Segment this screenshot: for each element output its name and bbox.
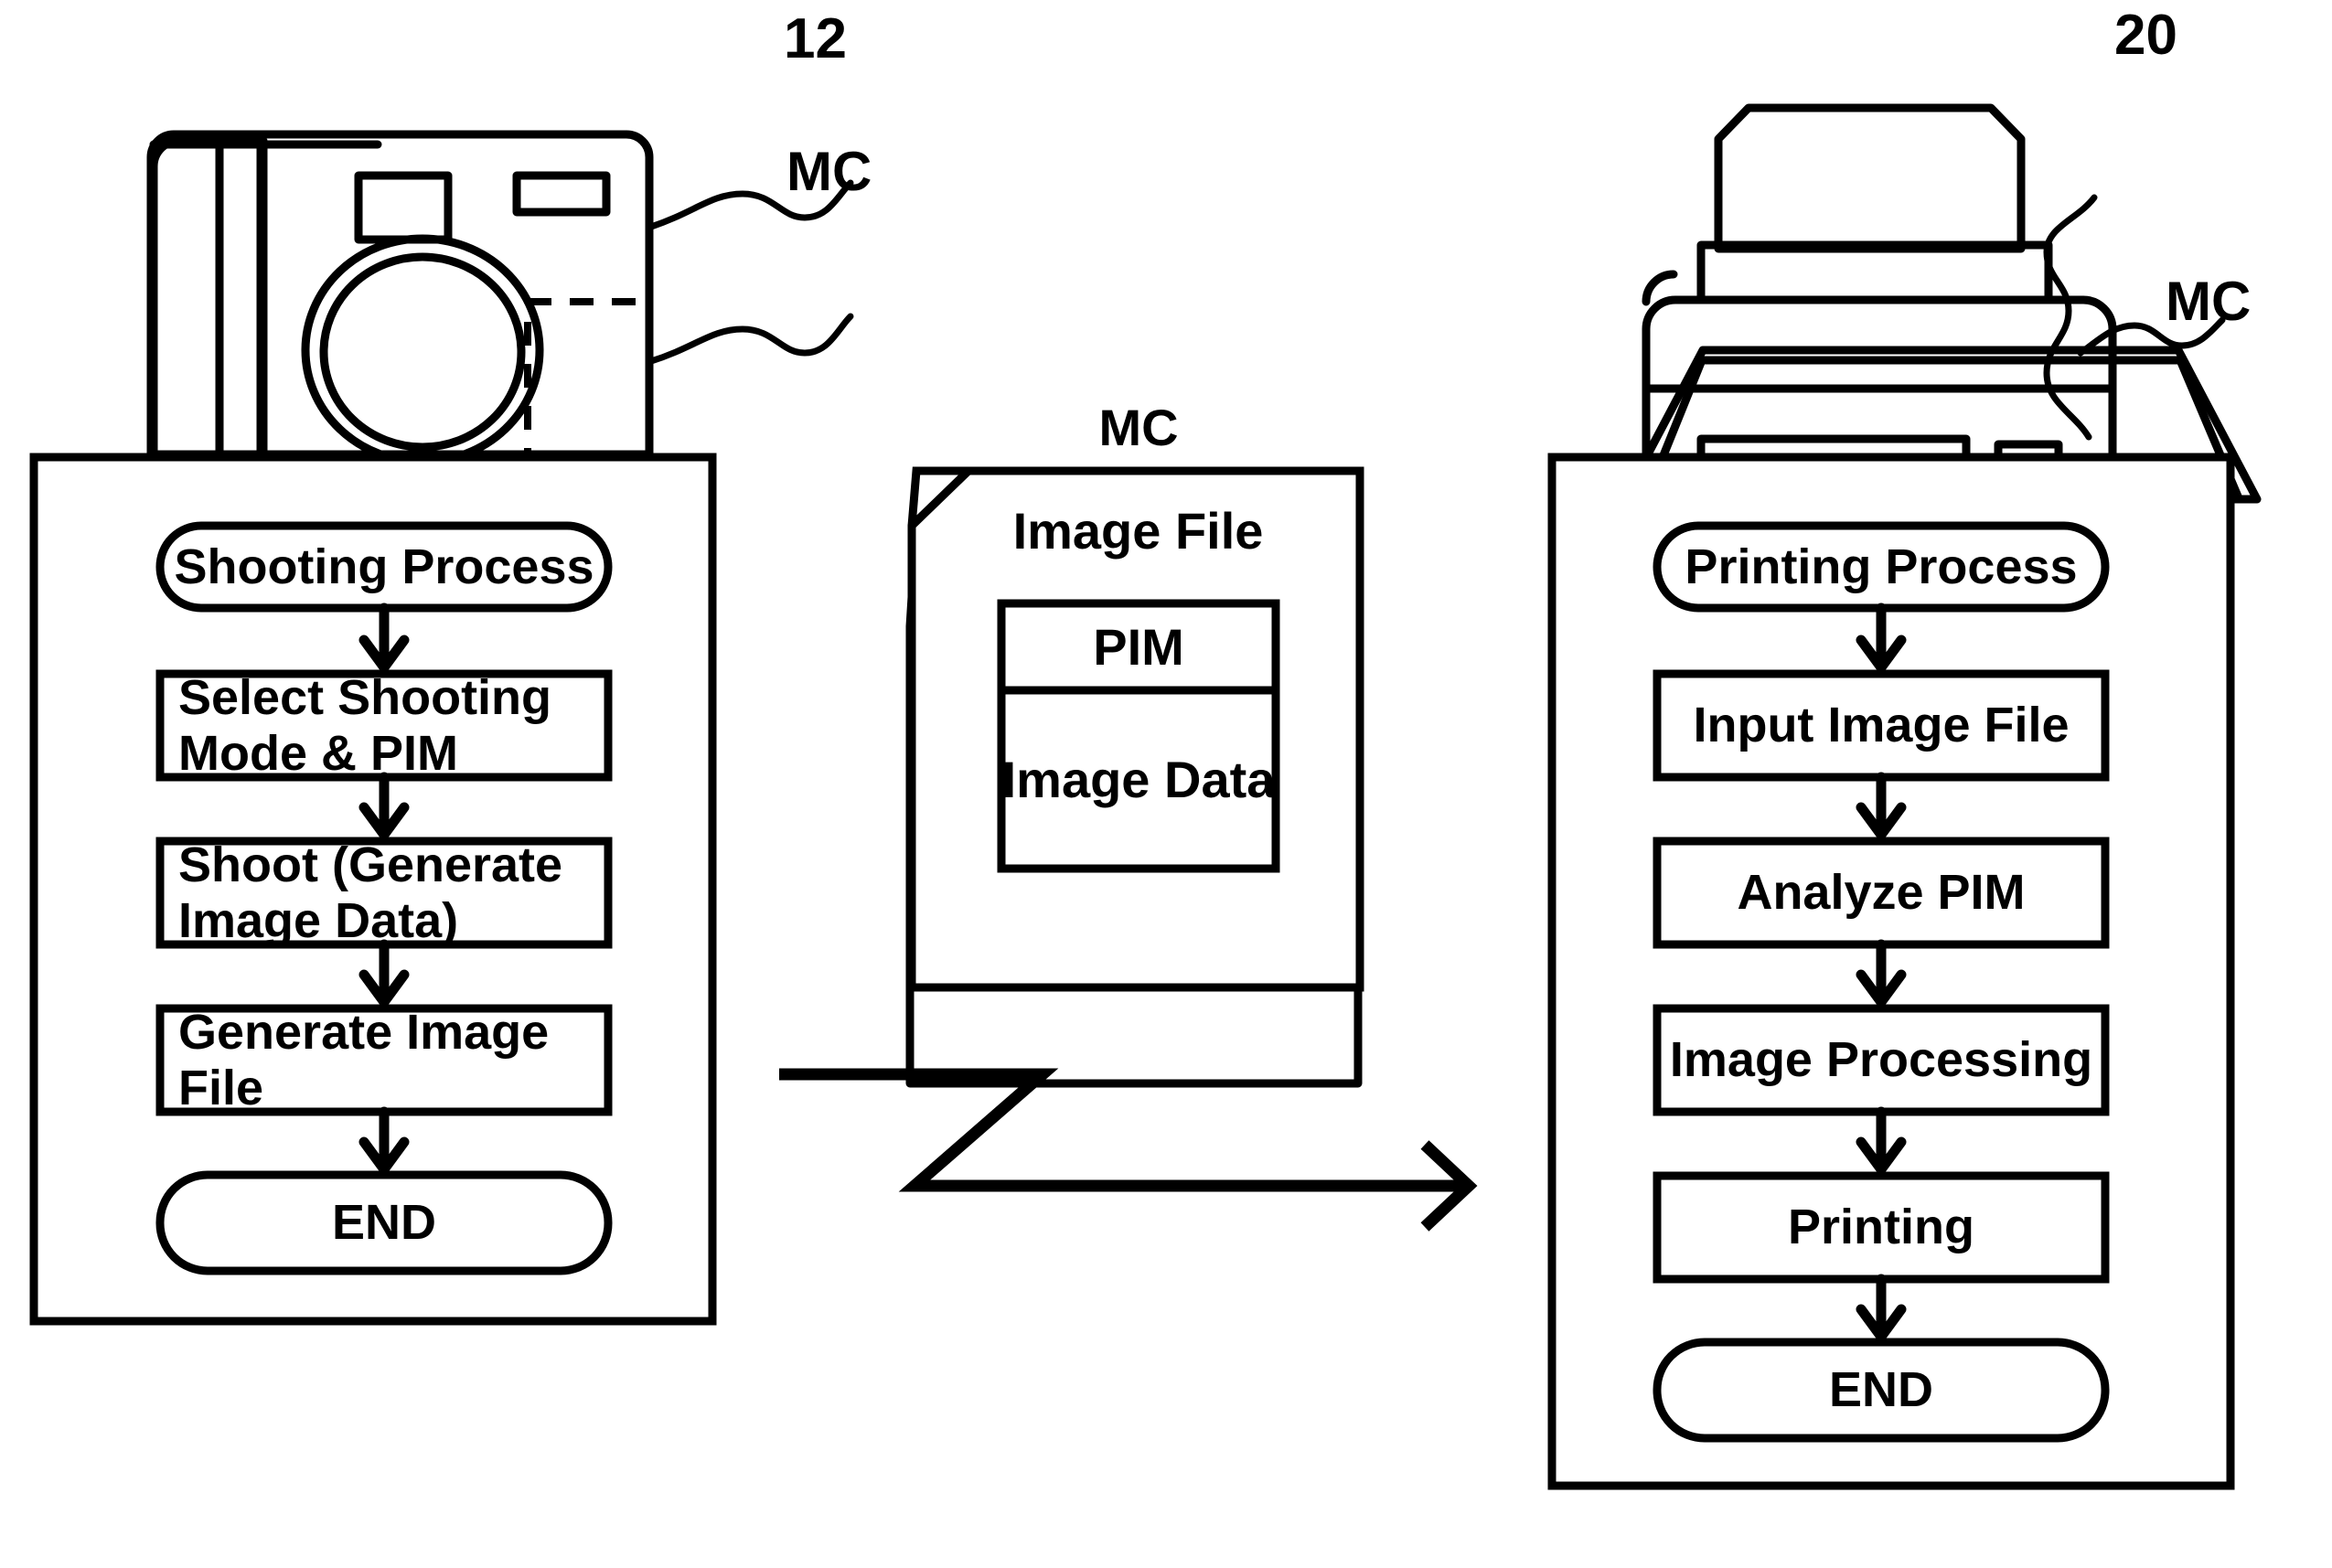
printer-illustration: [1620, 103, 2262, 504]
transfer-arrow: [779, 1068, 1478, 1232]
patent-figure: .st { fill:none; stroke:#000; stroke-wid…: [0, 0, 2332, 1568]
memory-card-illustration: [905, 466, 1364, 1088]
camera-illustration: [146, 130, 854, 466]
camera-mc-label: MC: [786, 141, 872, 202]
printer-reference-numeral: 20: [2114, 4, 2177, 67]
figure-line-art: .st { fill:none; stroke:#000; stroke-wid…: [29, 103, 2262, 1490]
printer-mc-label: MC: [2166, 271, 2252, 332]
camera-reference-numeral: 12: [784, 7, 847, 70]
